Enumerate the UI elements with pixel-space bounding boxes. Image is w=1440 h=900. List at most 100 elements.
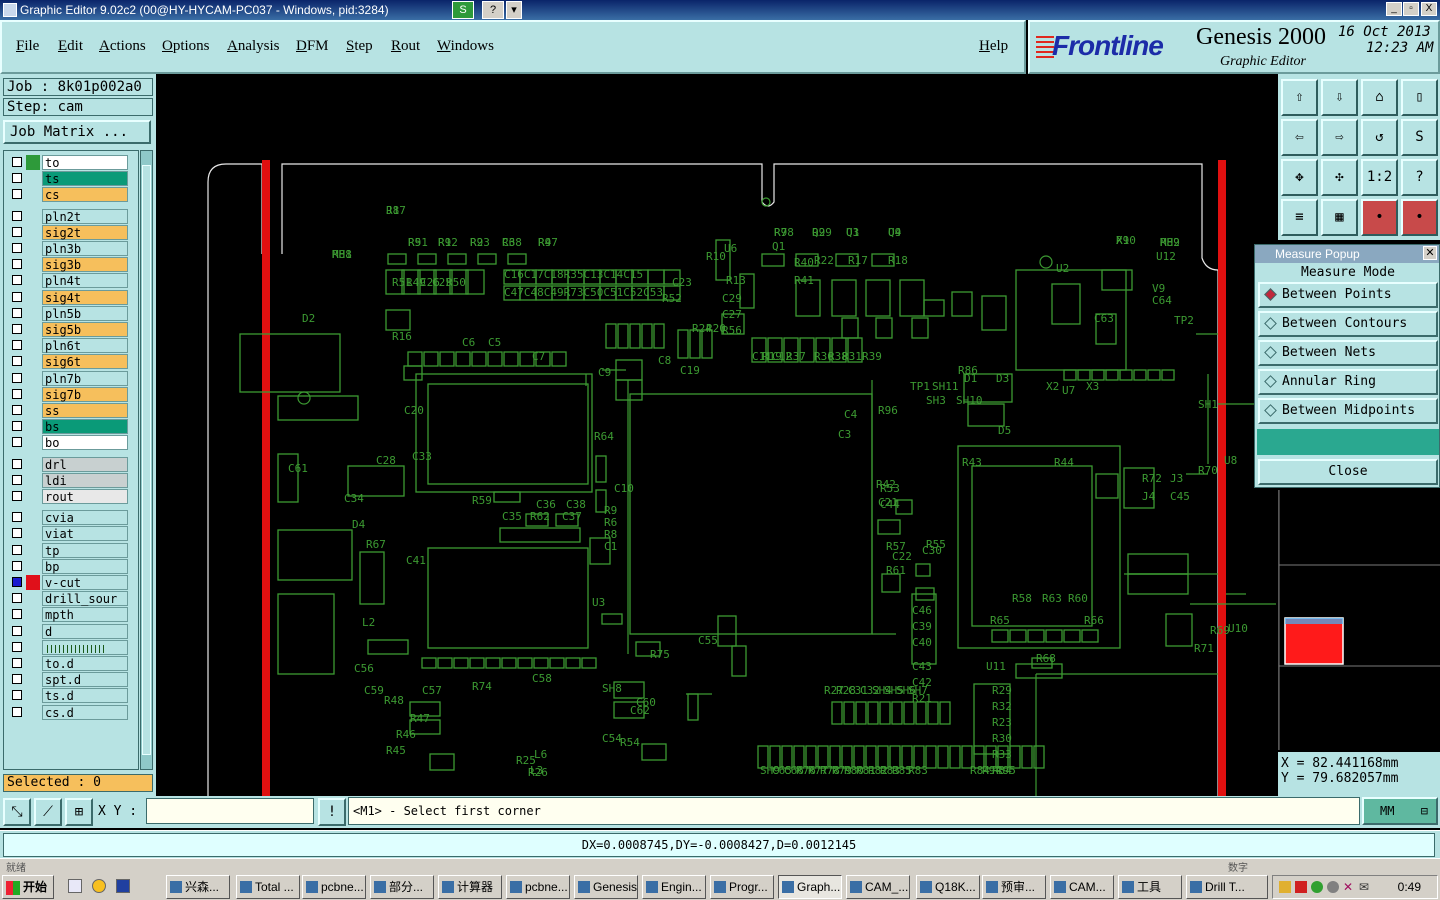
taskbar-item[interactable]: pcbne... bbox=[302, 875, 366, 899]
tray-x-icon[interactable]: ✕ bbox=[1343, 881, 1355, 893]
layer-checkbox[interactable] bbox=[12, 625, 22, 636]
layer-name[interactable]: ldi bbox=[42, 472, 128, 488]
undo-zoom-icon[interactable]: ↺ bbox=[1361, 119, 1398, 156]
layer-row[interactable]: d bbox=[6, 623, 136, 639]
layer-list-icon[interactable]: ≡ bbox=[1281, 199, 1318, 236]
layer-checkbox[interactable] bbox=[12, 474, 22, 485]
layer-name[interactable]: drl bbox=[42, 456, 128, 472]
radio-diamond-icon[interactable] bbox=[1264, 288, 1277, 301]
layer-color-swatch[interactable] bbox=[26, 403, 40, 418]
taskbar-item[interactable]: Progr... bbox=[710, 875, 774, 899]
menu-edit[interactable]: Edit bbox=[58, 38, 83, 55]
tray-pen-icon[interactable] bbox=[1279, 881, 1291, 893]
menu-analysis[interactable]: Analysis bbox=[227, 38, 280, 55]
layer-checkbox[interactable] bbox=[12, 259, 22, 270]
layer-row[interactable]: cs bbox=[6, 187, 136, 203]
layer-name[interactable]: to bbox=[42, 155, 128, 170]
layer-row[interactable]: viat bbox=[6, 526, 136, 542]
layer-name[interactable]: ts.d bbox=[42, 688, 128, 704]
layer-checkbox[interactable] bbox=[12, 658, 22, 668]
layer-row[interactable]: ldi bbox=[6, 472, 136, 488]
layer-checkbox[interactable] bbox=[12, 491, 22, 501]
overview-viewport[interactable] bbox=[1284, 617, 1344, 665]
overview-map[interactable] bbox=[1278, 490, 1440, 750]
tray-mail-icon[interactable]: ✉ bbox=[1359, 881, 1371, 893]
layer-row[interactable]: to bbox=[6, 155, 136, 170]
layer-name[interactable]: spt.d bbox=[42, 672, 128, 688]
layer-name[interactable]: cs.d bbox=[42, 704, 128, 720]
layer-checkbox[interactable] bbox=[12, 421, 22, 432]
layer-color-swatch[interactable] bbox=[26, 688, 40, 704]
layer-checkbox[interactable] bbox=[12, 356, 22, 367]
layer-color-swatch[interactable] bbox=[26, 623, 40, 639]
layer-name[interactable]: pln2t bbox=[42, 208, 128, 224]
layer-color-swatch[interactable] bbox=[26, 338, 40, 354]
layer-name[interactable]: cs bbox=[42, 187, 128, 203]
layer-checkbox[interactable] bbox=[12, 577, 22, 587]
radio-diamond-icon[interactable] bbox=[1264, 375, 1277, 388]
layer-checkbox[interactable] bbox=[12, 226, 22, 237]
layer-row[interactable]: sig4t bbox=[6, 289, 136, 305]
layer-name[interactable]: sig2t bbox=[42, 224, 128, 240]
measure-option[interactable]: Between Nets bbox=[1258, 340, 1438, 366]
menu-help[interactable]: Help bbox=[979, 38, 1008, 55]
center-icon[interactable]: ✣ bbox=[1321, 159, 1358, 196]
layer-row[interactable]: spt.d bbox=[6, 672, 136, 688]
taskbar-item[interactable]: Total ... bbox=[236, 875, 300, 899]
layer-name[interactable]: cvia bbox=[42, 510, 128, 526]
layer-row[interactable]: to.d bbox=[6, 656, 136, 671]
s-icon[interactable]: S bbox=[452, 1, 474, 19]
layer-checkbox[interactable] bbox=[12, 189, 22, 200]
layer-color-swatch[interactable] bbox=[26, 456, 40, 472]
layer-color-swatch[interactable] bbox=[26, 435, 40, 451]
job-matrix-button[interactable]: Job Matrix ... bbox=[3, 120, 151, 144]
taskbar-item[interactable]: 预审... bbox=[982, 875, 1046, 899]
home-icon[interactable]: ⌂ bbox=[1361, 79, 1398, 116]
layer-name[interactable]: sig4t bbox=[42, 289, 128, 305]
layer-name[interactable]: pln3b bbox=[42, 241, 128, 256]
layer-up-icon[interactable]: ⇧ bbox=[1281, 79, 1318, 116]
alert-icon[interactable]: ! bbox=[318, 798, 346, 826]
layer-checkbox[interactable] bbox=[12, 458, 22, 469]
layer-name[interactable]: v-cut bbox=[42, 575, 128, 590]
layer-checkbox[interactable] bbox=[12, 528, 22, 539]
grid-icon[interactable]: ▦ bbox=[1321, 199, 1358, 236]
layer-checkbox[interactable] bbox=[12, 560, 22, 571]
layer-color-swatch[interactable] bbox=[26, 510, 40, 526]
layer-name[interactable]: d bbox=[42, 623, 128, 639]
layer-row[interactable]: rout bbox=[6, 489, 136, 504]
layer-checkbox[interactable] bbox=[12, 291, 22, 302]
layer-color-swatch[interactable] bbox=[26, 187, 40, 203]
layer-row[interactable]: bs bbox=[6, 419, 136, 435]
layer-color-swatch[interactable] bbox=[26, 241, 40, 256]
layer-checkbox[interactable] bbox=[12, 372, 22, 383]
layer-row[interactable]: pln7b bbox=[6, 370, 136, 386]
layer-color-swatch[interactable] bbox=[26, 289, 40, 305]
layer-name[interactable]: pln7b bbox=[42, 370, 128, 386]
help-icon[interactable]: ? bbox=[482, 1, 504, 19]
taskbar-item[interactable]: Drill T... bbox=[1186, 875, 1268, 899]
layer-checkbox[interactable] bbox=[12, 173, 22, 184]
layer-name[interactable]: bo bbox=[42, 435, 128, 451]
layer-name[interactable]: ss bbox=[42, 403, 128, 418]
layer-row[interactable]: tp bbox=[6, 542, 136, 558]
taskbar-item[interactable]: CAM... bbox=[1050, 875, 1114, 899]
layer-color-swatch[interactable] bbox=[26, 607, 40, 623]
taskbar-item[interactable]: Engin... bbox=[642, 875, 706, 899]
layer-color-swatch[interactable] bbox=[26, 526, 40, 542]
radio-diamond-icon[interactable] bbox=[1264, 404, 1277, 417]
tray-network-icon[interactable] bbox=[1311, 881, 1323, 893]
layer-color-swatch[interactable] bbox=[26, 386, 40, 402]
layer-checkbox[interactable] bbox=[12, 593, 22, 604]
layer-name[interactable]: ts bbox=[42, 171, 128, 187]
layer-checkbox[interactable] bbox=[12, 674, 22, 685]
layer-color-swatch[interactable] bbox=[26, 639, 40, 655]
measure-option[interactable]: Between Points bbox=[1258, 282, 1438, 308]
layer-color-swatch[interactable] bbox=[26, 542, 40, 558]
layer-row[interactable]: sig5b bbox=[6, 322, 136, 337]
snap-icon[interactable]: ⟋ bbox=[34, 798, 62, 826]
layer-row[interactable]: pln6t bbox=[6, 338, 136, 354]
chevron-down-icon[interactable]: ▾ bbox=[506, 1, 522, 19]
layer-color-swatch[interactable] bbox=[26, 224, 40, 240]
taskbar-item[interactable]: 计算器 bbox=[438, 875, 502, 899]
